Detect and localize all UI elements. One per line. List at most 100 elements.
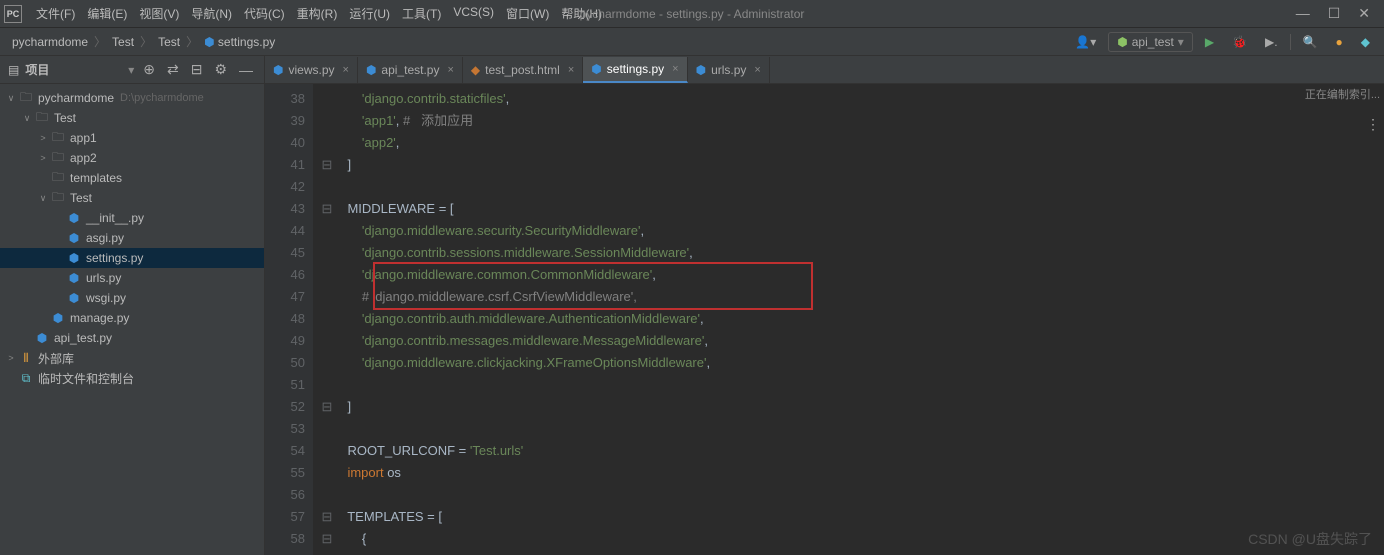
breadcrumb-item[interactable]: ⬢ settings.py	[200, 35, 279, 49]
tree-item-templates[interactable]: 🗀templates	[0, 168, 264, 188]
debug-button[interactable]: 🐞	[1226, 32, 1253, 52]
maximize-button[interactable]: ☐	[1328, 5, 1341, 22]
settings-icon[interactable]: ⚙	[211, 61, 230, 78]
run-button[interactable]: ▶	[1199, 32, 1220, 52]
tab-label: settings.py	[607, 62, 664, 76]
tree-arrow-icon[interactable]: >	[36, 133, 50, 143]
code-line-40[interactable]: 'app2',	[321, 132, 1384, 154]
close-button[interactable]: ✕	[1358, 5, 1370, 22]
navigation-bar: pycharmdome〉Test〉Test〉⬢ settings.py 👤▾ ⬢…	[0, 28, 1384, 56]
editor-body: 3839404142434445464748495051525354555657…	[265, 84, 1384, 555]
tree-item-外部库[interactable]: >⫴外部库	[0, 348, 264, 368]
toolbox-icon[interactable]: ◆	[1355, 32, 1376, 52]
code-line-49[interactable]: 'django.contrib.messages.middleware.Mess…	[321, 330, 1384, 352]
tab-close-icon[interactable]: ×	[444, 64, 453, 76]
select-opened-file-icon[interactable]: ⊕	[140, 61, 158, 78]
tree-item-pycharmdome[interactable]: ∨🗀pycharmdomeD:\pycharmdome	[0, 88, 264, 108]
user-icon[interactable]: 👤▾	[1069, 32, 1102, 52]
ide-updates-icon[interactable]: ●	[1330, 32, 1349, 52]
collapse-all-icon[interactable]: ⊟	[188, 61, 206, 78]
code-line-38[interactable]: 'django.contrib.staticfiles',	[321, 88, 1384, 110]
menu-代码(C)[interactable]: 代码(C)	[238, 5, 291, 22]
code-line-54[interactable]: ROOT_URLCONF = 'Test.urls'	[321, 440, 1384, 462]
tree-item-app1[interactable]: >🗀app1	[0, 128, 264, 148]
tree-item-asgi.py[interactable]: ⬢asgi.py	[0, 228, 264, 248]
tab-test_post.html[interactable]: ◆test_post.html×	[463, 57, 583, 83]
tree-item-临时文件和控制台[interactable]: ⧉临时文件和控制台	[0, 368, 264, 388]
menu-运行(U)[interactable]: 运行(U)	[343, 5, 396, 22]
code-line-41[interactable]: ⊟ ]	[321, 154, 1384, 176]
code-line-43[interactable]: ⊟ MIDDLEWARE = [	[321, 198, 1384, 220]
breadcrumb-separator: 〉	[138, 33, 154, 50]
tree-item-manage.py[interactable]: ⬢manage.py	[0, 308, 264, 328]
tab-close-icon[interactable]: ×	[751, 64, 760, 76]
breadcrumb-item[interactable]: pycharmdome	[8, 35, 92, 49]
tab-label: views.py	[288, 63, 334, 77]
tab-settings.py[interactable]: ⬢settings.py×	[583, 57, 687, 83]
code-line-56[interactable]	[321, 484, 1384, 506]
code-line-44[interactable]: 'django.middleware.security.SecurityMidd…	[321, 220, 1384, 242]
code-line-39[interactable]: 'app1', # 添加应用	[321, 110, 1384, 132]
menu-导航(N)[interactable]: 导航(N)	[185, 5, 238, 22]
breadcrumb: pycharmdome〉Test〉Test〉⬢ settings.py	[8, 33, 279, 50]
tab-close-icon[interactable]: ×	[669, 63, 678, 75]
run-config-selector[interactable]: ⬢ api_test ▾	[1108, 32, 1193, 52]
tree-item-__init__.py[interactable]: ⬢__init__.py	[0, 208, 264, 228]
tab-close-icon[interactable]: ×	[565, 64, 574, 76]
tab-urls.py[interactable]: ⬢urls.py×	[688, 57, 770, 83]
tree-item-settings.py[interactable]: ⬢settings.py	[0, 248, 264, 268]
code-editor[interactable]: 'django.contrib.staticfiles', 'app1', # …	[313, 84, 1384, 555]
code-line-50[interactable]: 'django.middleware.clickjacking.XFrameOp…	[321, 352, 1384, 374]
tab-views.py[interactable]: ⬢views.py×	[265, 57, 358, 83]
code-line-45[interactable]: 'django.contrib.sessions.middleware.Sess…	[321, 242, 1384, 264]
expand-all-icon[interactable]: ⇄	[164, 61, 182, 78]
code-line-52[interactable]: ⊟ ]	[321, 396, 1384, 418]
menu-编辑(E)[interactable]: 编辑(E)	[81, 5, 133, 22]
code-line-55[interactable]: import os	[321, 462, 1384, 484]
main-menu: 文件(F)编辑(E)视图(V)导航(N)代码(C)重构(R)运行(U)工具(T)…	[30, 5, 608, 22]
gutter[interactable]: 3839404142434445464748495051525354555657…	[265, 84, 313, 555]
code-line-42[interactable]	[321, 176, 1384, 198]
menu-工具(T)[interactable]: 工具(T)	[396, 5, 447, 22]
tree-item-Test[interactable]: ∨🗀Test	[0, 108, 264, 128]
code-line-58[interactable]: ⊟ {	[321, 528, 1384, 550]
run-coverage-button[interactable]: ▶.	[1259, 32, 1284, 52]
sidebar-header: ▤ 项目 ▾ ⊕ ⇄ ⊟ ⚙ —	[0, 56, 264, 84]
code-line-48[interactable]: 'django.contrib.auth.middleware.Authenti…	[321, 308, 1384, 330]
tree-arrow-icon[interactable]: >	[36, 153, 50, 163]
project-tree[interactable]: ∨🗀pycharmdomeD:\pycharmdome∨🗀Test>🗀app1>…	[0, 84, 264, 555]
code-line-47[interactable]: # 'django.middleware.csrf.CsrfViewMiddle…	[321, 286, 1384, 308]
menu-窗口(W)[interactable]: 窗口(W)	[500, 5, 555, 22]
breadcrumb-separator: 〉	[184, 33, 200, 50]
minimize-button[interactable]: —	[1296, 5, 1310, 22]
main-area: ▤ 项目 ▾ ⊕ ⇄ ⊟ ⚙ — ∨🗀pycharmdomeD:\pycharm…	[0, 56, 1384, 555]
window-title: pycharmdome - settings.py - Administrato…	[580, 7, 805, 21]
code-line-51[interactable]	[321, 374, 1384, 396]
tree-arrow-icon[interactable]: ∨	[36, 193, 50, 204]
tree-item-wsgi.py[interactable]: ⬢wsgi.py	[0, 288, 264, 308]
tree-item-app2[interactable]: >🗀app2	[0, 148, 264, 168]
search-icon[interactable]: 🔍	[1297, 32, 1324, 52]
menu-重构(R)[interactable]: 重构(R)	[291, 5, 344, 22]
tree-item-urls.py[interactable]: ⬢urls.py	[0, 268, 264, 288]
menu-视图(V)[interactable]: 视图(V)	[133, 5, 185, 22]
tab-label: urls.py	[711, 63, 746, 77]
breadcrumb-separator: 〉	[92, 33, 108, 50]
tab-api_test.py[interactable]: ⬢api_test.py×	[358, 57, 463, 83]
code-line-46[interactable]: 'django.middleware.common.CommonMiddlewa…	[321, 264, 1384, 286]
tree-arrow-icon[interactable]: >	[4, 353, 18, 363]
breadcrumb-item[interactable]: Test	[108, 35, 138, 49]
menu-文件(F)[interactable]: 文件(F)	[30, 5, 81, 22]
code-line-53[interactable]	[321, 418, 1384, 440]
tree-arrow-icon[interactable]: ∨	[4, 93, 18, 104]
code-line-57[interactable]: ⊟ TEMPLATES = [	[321, 506, 1384, 528]
breadcrumb-item[interactable]: Test	[154, 35, 184, 49]
app-icon: PC	[4, 5, 22, 23]
tab-close-icon[interactable]: ×	[340, 64, 349, 76]
tree-item-api_test.py[interactable]: ⬢api_test.py	[0, 328, 264, 348]
tree-item-Test[interactable]: ∨🗀Test	[0, 188, 264, 208]
tree-arrow-icon[interactable]: ∨	[20, 113, 34, 124]
menu-VCS(S)[interactable]: VCS(S)	[447, 5, 500, 22]
hide-sidebar-icon[interactable]: —	[236, 62, 256, 78]
sidebar-title: 项目	[25, 61, 122, 78]
